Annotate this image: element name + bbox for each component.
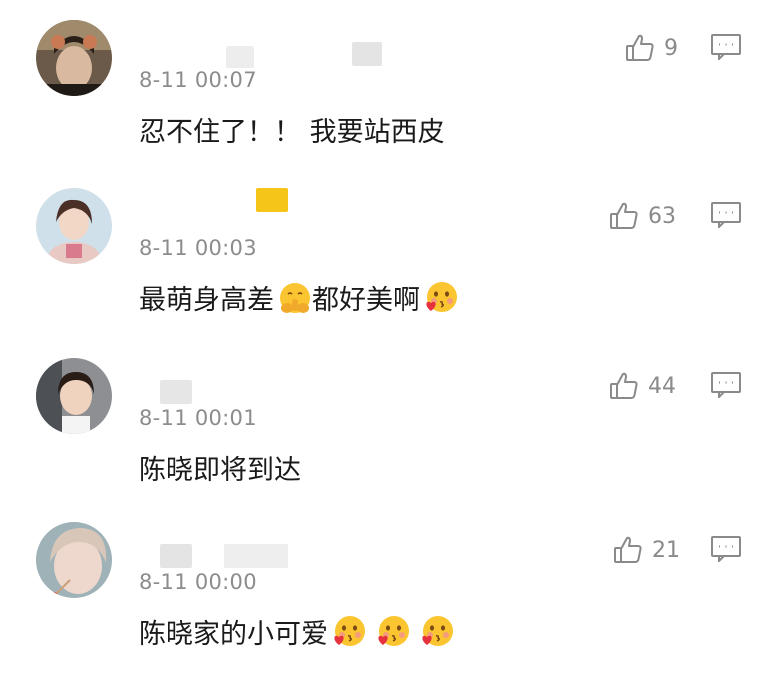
username-blurred[interactable]	[160, 380, 192, 404]
comment-icon	[711, 202, 741, 228]
like-count: 21	[652, 537, 680, 563]
reply-button[interactable]	[711, 34, 741, 60]
thumbs-up-icon	[614, 536, 642, 563]
heart-kiss-face-emoji	[332, 615, 366, 649]
comment-text-content: 忍不住了！！ 我要站西皮	[139, 117, 445, 148]
comment-text-content: 陈晓家的小可爱	[139, 619, 328, 650]
reply-button[interactable]	[711, 372, 741, 398]
comment-time: 8-11 00:01	[139, 406, 257, 430]
reply-button[interactable]	[711, 536, 741, 562]
heart-kiss-face-emoji	[376, 615, 410, 649]
username-blurred[interactable]	[226, 46, 254, 68]
thumbs-up-icon	[610, 372, 638, 399]
child-portrait-avatar[interactable]	[36, 358, 112, 434]
thumbs-up-icon	[610, 202, 638, 229]
comment-text: 陈晓即将到达	[139, 448, 301, 487]
heart-kiss-face-emoji	[420, 615, 454, 649]
like-count: 63	[648, 203, 676, 229]
comment-item: 8-11 00:00 陈晓家的小可爱 21	[0, 522, 770, 690]
comment-time: 8-11 00:00	[139, 570, 257, 594]
comment-text-content: 最萌身高差	[139, 285, 274, 316]
heart-kiss-face-emoji	[424, 281, 458, 315]
reply-button[interactable]	[711, 202, 741, 228]
man-with-bear-ears-avatar[interactable]	[36, 20, 112, 96]
comment-item: 8-11 00:01 陈晓即将到达 44	[0, 358, 770, 526]
comment-icon	[711, 34, 741, 60]
comment-item: 8-11 00:07 忍不住了！！ 我要站西皮 9	[0, 20, 770, 188]
comment-icon	[711, 372, 741, 398]
comment-text-content: 都好美啊	[312, 285, 420, 316]
comment-icon	[711, 536, 741, 562]
man-closeup-avatar[interactable]	[36, 522, 112, 598]
comment-text: 最萌身高差 都好美啊	[139, 278, 458, 317]
username-blurred	[352, 42, 382, 66]
comment-time: 8-11 00:03	[139, 236, 257, 260]
like-button[interactable]: 63	[608, 200, 676, 232]
username-blurred	[224, 544, 288, 568]
like-count: 9	[664, 35, 678, 61]
comment-time: 8-11 00:07	[139, 68, 257, 92]
comment-text-content: 陈晓即将到达	[139, 455, 301, 486]
username-highlight[interactable]	[256, 188, 288, 212]
shushing-face-emoji	[278, 281, 312, 315]
like-button[interactable]: 9	[624, 32, 678, 64]
girl-portrait-avatar[interactable]	[36, 188, 112, 264]
username-blurred[interactable]	[160, 544, 192, 568]
comment-item: 8-11 00:03 最萌身高差 都好美啊 63	[0, 188, 770, 356]
like-button[interactable]: 44	[608, 370, 676, 402]
thumbs-up-icon	[626, 34, 654, 61]
comment-text: 陈晓家的小可爱	[139, 612, 454, 651]
like-count: 44	[648, 373, 676, 399]
like-button[interactable]: 21	[612, 534, 680, 566]
comment-text: 忍不住了！！ 我要站西皮	[139, 110, 445, 149]
